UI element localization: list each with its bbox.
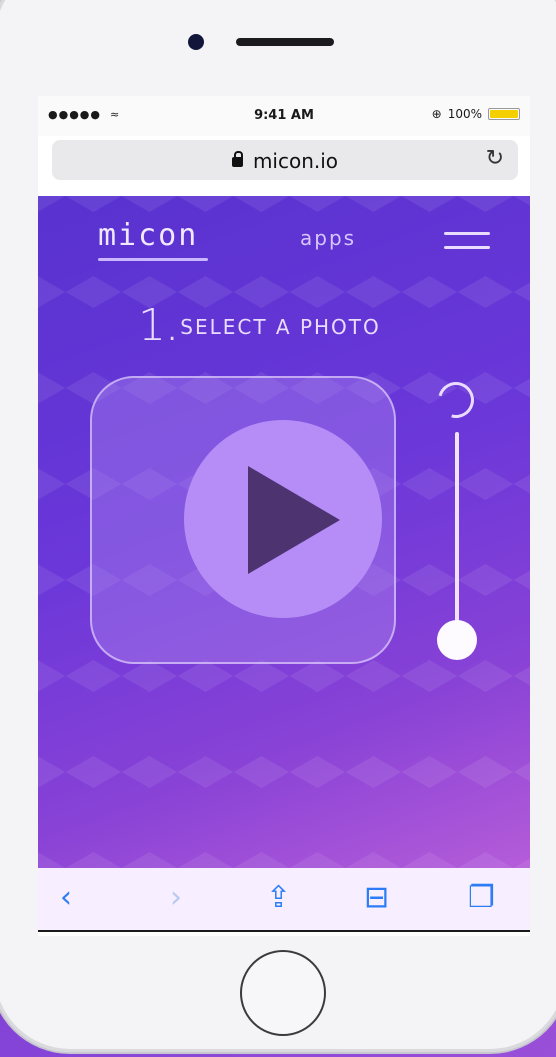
alarm-icon: ⊕: [431, 107, 442, 121]
step-number: 1: [138, 300, 166, 351]
nav-apps-link[interactable]: apps: [300, 226, 356, 250]
play-button[interactable]: [184, 420, 382, 618]
reload-icon[interactable]: ↻: [486, 146, 504, 171]
earpiece-speaker: [236, 38, 334, 46]
battery-icon: [488, 108, 520, 120]
back-icon[interactable]: ‹: [60, 880, 72, 915]
logo-underline: [98, 258, 208, 261]
site-logo[interactable]: micon: [98, 218, 198, 253]
lock-icon: [231, 151, 243, 167]
forward-icon[interactable]: ›: [170, 880, 182, 915]
phone-screen: ●●●●● ≈ 9:41 AM ⊕ 100% micon.io ↻ micon …: [38, 96, 530, 936]
address-bar[interactable]: micon.io ↻: [52, 140, 518, 180]
battery-percent: 100%: [447, 107, 482, 121]
step-dot: .: [168, 317, 177, 347]
share-icon[interactable]: ⇪: [266, 880, 291, 915]
browser-toolbar: ‹ › ⇪ ⊟ ❐: [38, 868, 530, 932]
home-button[interactable]: [240, 950, 326, 1036]
battery-fill: [490, 110, 518, 118]
url-text: micon.io: [252, 149, 339, 173]
step-heading: 1. SELECT A PHOTO: [138, 300, 381, 351]
vertical-slider-track[interactable]: [455, 432, 459, 636]
vertical-slider-thumb[interactable]: [437, 620, 477, 660]
status-bar: ●●●●● ≈ 9:41 AM ⊕ 100%: [38, 96, 530, 136]
url-display[interactable]: micon.io: [52, 149, 518, 173]
bookmarks-icon[interactable]: ⊟: [364, 880, 389, 915]
front-camera: [188, 34, 204, 50]
hamburger-menu-icon[interactable]: [444, 232, 490, 250]
tabs-icon[interactable]: ❐: [468, 880, 495, 915]
play-icon: [248, 466, 340, 574]
step-title: SELECT A PHOTO: [180, 315, 381, 339]
status-right: ⊕ 100%: [432, 107, 520, 121]
web-content: micon apps 1. SELECT A PHOTO: [38, 196, 530, 868]
